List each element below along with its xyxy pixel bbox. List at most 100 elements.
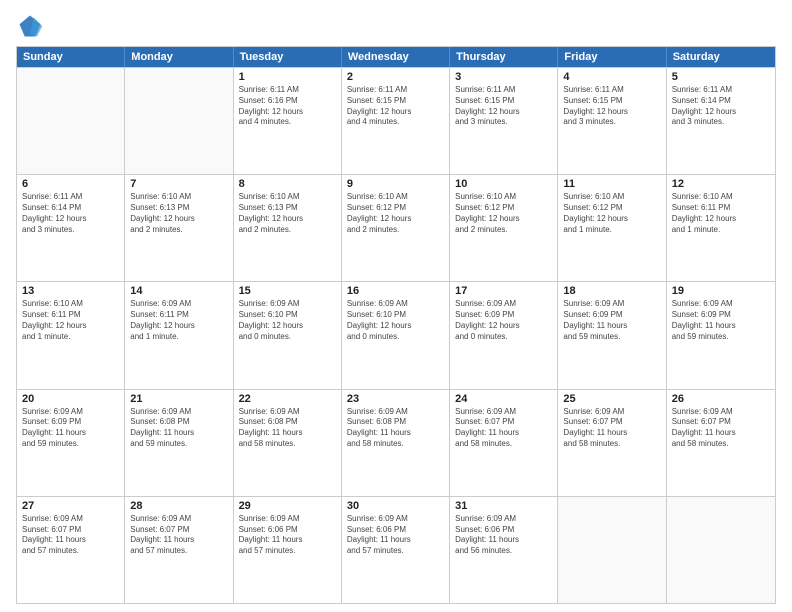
header [16,12,776,40]
day-number: 30 [347,500,444,512]
day-number: 6 [22,178,119,190]
calendar-cell: 1 Sunrise: 6:11 AM Sunset: 6:16 PM Daylig… [234,68,342,174]
cell-info: Sunrise: 6:11 AM Sunset: 6:14 PM Dayligh… [672,85,770,128]
calendar-header-cell: Wednesday [342,47,450,67]
cell-info: Sunrise: 6:09 AM Sunset: 6:08 PM Dayligh… [347,407,444,450]
calendar-cell: 3 Sunrise: 6:11 AM Sunset: 6:15 PM Daylig… [450,68,558,174]
calendar-body: 1 Sunrise: 6:11 AM Sunset: 6:16 PM Daylig… [17,67,775,603]
cell-info: Sunrise: 6:09 AM Sunset: 6:07 PM Dayligh… [22,514,119,557]
calendar-row: 6 Sunrise: 6:11 AM Sunset: 6:14 PM Daylig… [17,174,775,281]
cell-info: Sunrise: 6:10 AM Sunset: 6:13 PM Dayligh… [130,192,227,235]
cell-info: Sunrise: 6:09 AM Sunset: 6:08 PM Dayligh… [130,407,227,450]
day-number: 19 [672,285,770,297]
cell-info: Sunrise: 6:09 AM Sunset: 6:08 PM Dayligh… [239,407,336,450]
calendar-cell: 23 Sunrise: 6:09 AM Sunset: 6:08 PM Dayli… [342,390,450,496]
day-number: 3 [455,71,552,83]
day-number: 1 [239,71,336,83]
cell-info: Sunrise: 6:09 AM Sunset: 6:07 PM Dayligh… [455,407,552,450]
cell-info: Sunrise: 6:09 AM Sunset: 6:07 PM Dayligh… [672,407,770,450]
cell-info: Sunrise: 6:10 AM Sunset: 6:12 PM Dayligh… [347,192,444,235]
calendar-cell: 25Sunrise: 6:09 AM Sunset: 6:07 PM Dayli… [558,390,666,496]
calendar-header: SundayMondayTuesdayWednesdayThursdayFrid… [17,47,775,67]
calendar-cell [558,497,666,603]
calendar-cell: 5 Sunrise: 6:11 AM Sunset: 6:14 PM Daylig… [667,68,775,174]
day-number: 14 [130,285,227,297]
day-number: 16 [347,285,444,297]
day-number: 18 [563,285,660,297]
cell-info: Sunrise: 6:10 AM Sunset: 6:11 PM Dayligh… [672,192,770,235]
day-number: 22 [239,393,336,405]
cell-info: Sunrise: 6:10 AM Sunset: 6:12 PM Dayligh… [455,192,552,235]
calendar-cell: 17Sunrise: 6:09 AM Sunset: 6:09 PM Dayli… [450,282,558,388]
calendar-row: 13 Sunrise: 6:10 AM Sunset: 6:11 PM Dayli… [17,281,775,388]
calendar-cell: 14Sunrise: 6:09 AM Sunset: 6:11 PM Dayli… [125,282,233,388]
calendar-cell: 21 Sunrise: 6:09 AM Sunset: 6:08 PM Dayli… [125,390,233,496]
cell-info: Sunrise: 6:09 AM Sunset: 6:06 PM Dayligh… [455,514,552,557]
day-number: 26 [672,393,770,405]
logo [16,12,48,40]
calendar-cell: 13 Sunrise: 6:10 AM Sunset: 6:11 PM Dayli… [17,282,125,388]
calendar-row: 27 Sunrise: 6:09 AM Sunset: 6:07 PM Dayli… [17,496,775,603]
calendar-cell: 28 Sunrise: 6:09 AM Sunset: 6:07 PM Dayli… [125,497,233,603]
day-number: 11 [563,178,660,190]
day-number: 23 [347,393,444,405]
cell-info: Sunrise: 6:09 AM Sunset: 6:06 PM Dayligh… [347,514,444,557]
day-number: 4 [563,71,660,83]
cell-info: Sunrise: 6:11 AM Sunset: 6:15 PM Dayligh… [347,85,444,128]
calendar-cell: 16 Sunrise: 6:09 AM Sunset: 6:10 PM Dayli… [342,282,450,388]
cell-info: Sunrise: 6:10 AM Sunset: 6:11 PM Dayligh… [22,299,119,342]
calendar-header-cell: Saturday [667,47,775,67]
calendar-cell: 20 Sunrise: 6:09 AM Sunset: 6:09 PM Dayli… [17,390,125,496]
cell-info: Sunrise: 6:10 AM Sunset: 6:13 PM Dayligh… [239,192,336,235]
calendar-cell: 30 Sunrise: 6:09 AM Sunset: 6:06 PM Dayli… [342,497,450,603]
day-number: 9 [347,178,444,190]
cell-info: Sunrise: 6:11 AM Sunset: 6:15 PM Dayligh… [455,85,552,128]
calendar-cell: 29 Sunrise: 6:09 AM Sunset: 6:06 PM Dayli… [234,497,342,603]
cell-info: Sunrise: 6:09 AM Sunset: 6:09 PM Dayligh… [455,299,552,342]
calendar-cell: 22 Sunrise: 6:09 AM Sunset: 6:08 PM Dayli… [234,390,342,496]
logo-icon [16,12,44,40]
calendar: SundayMondayTuesdayWednesdayThursdayFrid… [16,46,776,604]
calendar-cell: 15Sunrise: 6:09 AM Sunset: 6:10 PM Dayli… [234,282,342,388]
cell-info: Sunrise: 6:09 AM Sunset: 6:06 PM Dayligh… [239,514,336,557]
calendar-cell: 19 Sunrise: 6:09 AM Sunset: 6:09 PM Dayli… [667,282,775,388]
calendar-cell [667,497,775,603]
calendar-cell: 9 Sunrise: 6:10 AM Sunset: 6:12 PM Daylig… [342,175,450,281]
day-number: 13 [22,285,119,297]
cell-info: Sunrise: 6:11 AM Sunset: 6:16 PM Dayligh… [239,85,336,128]
calendar-cell: 26 Sunrise: 6:09 AM Sunset: 6:07 PM Dayli… [667,390,775,496]
calendar-cell: 6 Sunrise: 6:11 AM Sunset: 6:14 PM Daylig… [17,175,125,281]
page: SundayMondayTuesdayWednesdayThursdayFrid… [0,0,792,612]
cell-info: Sunrise: 6:09 AM Sunset: 6:10 PM Dayligh… [239,299,336,342]
day-number: 27 [22,500,119,512]
calendar-row: 1 Sunrise: 6:11 AM Sunset: 6:16 PM Daylig… [17,67,775,174]
calendar-header-cell: Friday [558,47,666,67]
calendar-header-cell: Thursday [450,47,558,67]
calendar-cell [125,68,233,174]
cell-info: Sunrise: 6:10 AM Sunset: 6:12 PM Dayligh… [563,192,660,235]
calendar-cell: 27 Sunrise: 6:09 AM Sunset: 6:07 PM Dayli… [17,497,125,603]
calendar-cell: 11 Sunrise: 6:10 AM Sunset: 6:12 PM Dayli… [558,175,666,281]
calendar-cell: 4Sunrise: 6:11 AM Sunset: 6:15 PM Daylig… [558,68,666,174]
day-number: 28 [130,500,227,512]
day-number: 20 [22,393,119,405]
day-number: 8 [239,178,336,190]
day-number: 7 [130,178,227,190]
cell-info: Sunrise: 6:09 AM Sunset: 6:09 PM Dayligh… [672,299,770,342]
day-number: 12 [672,178,770,190]
day-number: 29 [239,500,336,512]
cell-info: Sunrise: 6:09 AM Sunset: 6:09 PM Dayligh… [563,299,660,342]
calendar-cell: 31Sunrise: 6:09 AM Sunset: 6:06 PM Dayli… [450,497,558,603]
cell-info: Sunrise: 6:09 AM Sunset: 6:10 PM Dayligh… [347,299,444,342]
cell-info: Sunrise: 6:09 AM Sunset: 6:07 PM Dayligh… [130,514,227,557]
calendar-cell: 10 Sunrise: 6:10 AM Sunset: 6:12 PM Dayli… [450,175,558,281]
cell-info: Sunrise: 6:11 AM Sunset: 6:14 PM Dayligh… [22,192,119,235]
day-number: 10 [455,178,552,190]
cell-info: Sunrise: 6:09 AM Sunset: 6:09 PM Dayligh… [22,407,119,450]
day-number: 2 [347,71,444,83]
calendar-cell: 12 Sunrise: 6:10 AM Sunset: 6:11 PM Dayli… [667,175,775,281]
day-number: 5 [672,71,770,83]
calendar-header-cell: Sunday [17,47,125,67]
calendar-header-cell: Tuesday [234,47,342,67]
day-number: 21 [130,393,227,405]
